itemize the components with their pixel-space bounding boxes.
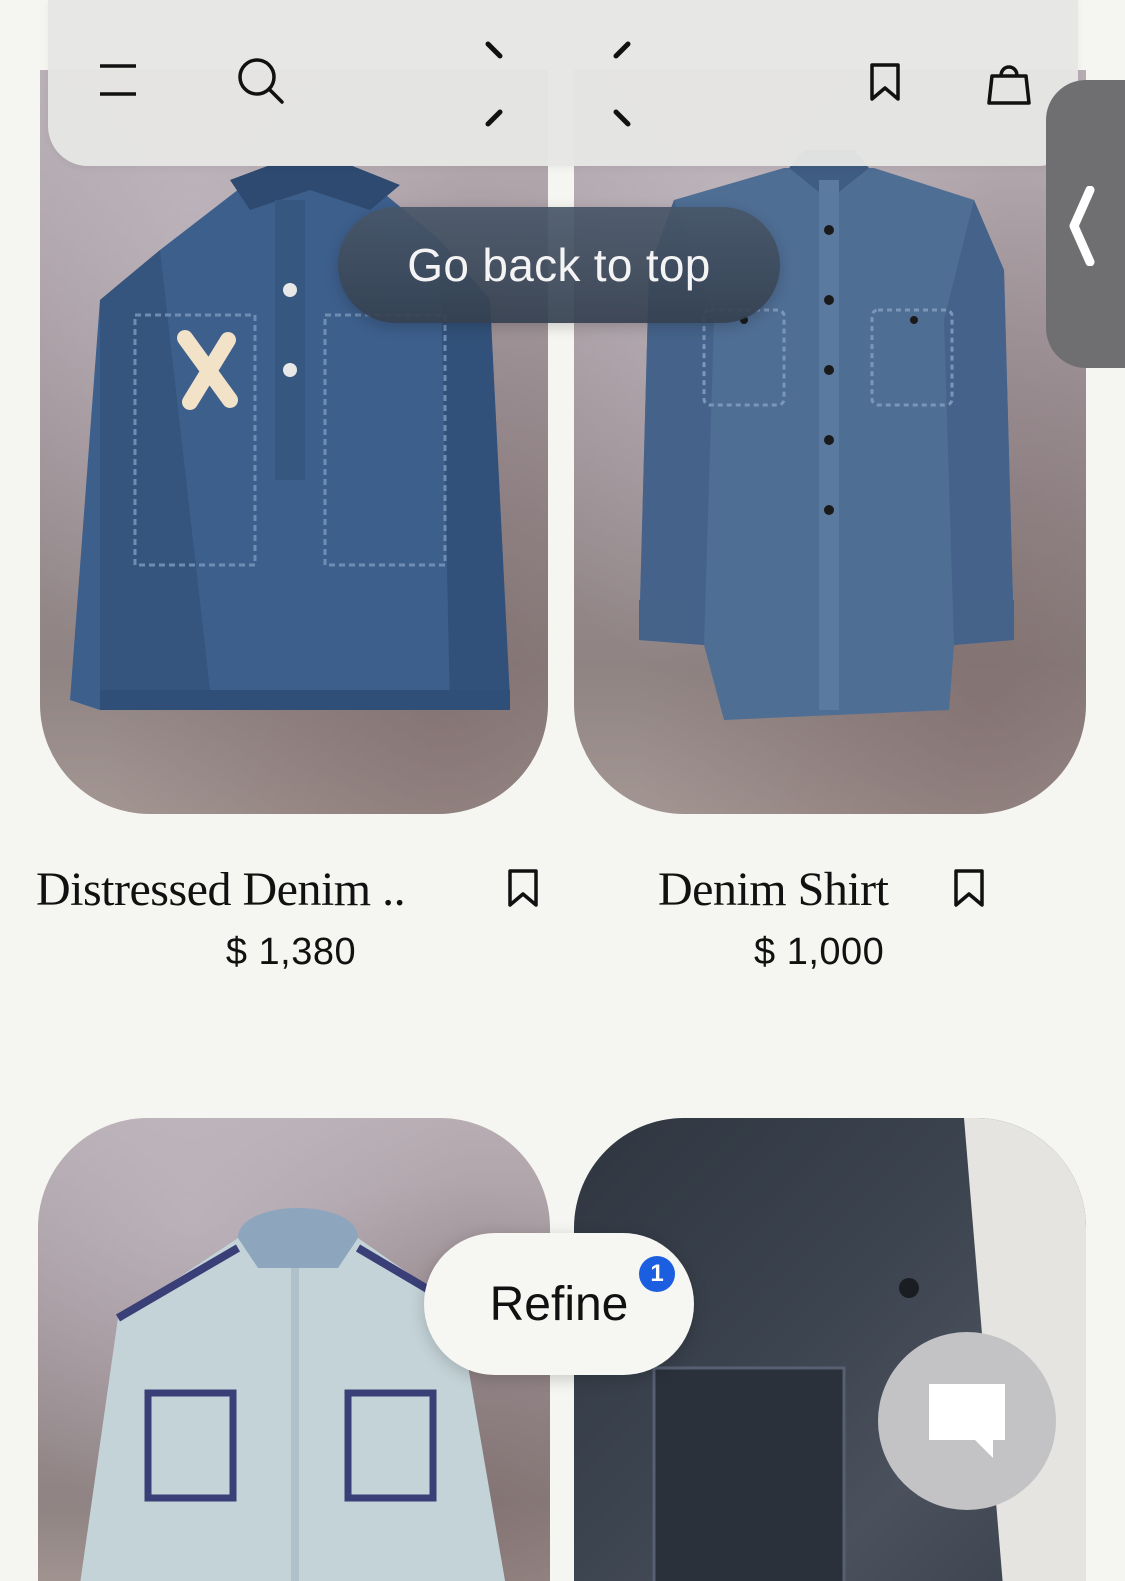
chat-icon — [929, 1384, 1005, 1458]
refine-label: Refine — [489, 1277, 629, 1331]
bookmark-icon[interactable] — [952, 868, 986, 908]
refine-button[interactable]: Refine — [424, 1233, 694, 1375]
chevron-left-icon — [1069, 186, 1095, 266]
bookmark-icon[interactable] — [868, 62, 902, 102]
logo-stitch-icon[interactable] — [478, 36, 638, 132]
page: Distressed Denim .. $ 1,380 Denim Shirt … — [0, 0, 1125, 1581]
denim-overshirt-photo — [70, 165, 510, 710]
top-navigation-bar — [48, 0, 1078, 166]
product-image-distressed-denim[interactable] — [40, 70, 548, 814]
product-image-denim-shirt[interactable] — [574, 70, 1086, 814]
product-name[interactable]: Denim Shirt — [658, 862, 938, 917]
chat-button[interactable] — [878, 1332, 1056, 1510]
product-name[interactable]: Distressed Denim .. — [36, 862, 456, 917]
menu-icon[interactable] — [98, 62, 138, 98]
product-price: $ 1,000 — [754, 931, 885, 973]
back-to-top-label: Go back to top — [407, 239, 711, 291]
bookmark-icon[interactable] — [506, 868, 540, 908]
product-price: $ 1,380 — [225, 931, 357, 973]
product-info-2: Denim Shirt $ 1,000 — [658, 862, 938, 974]
back-to-top-button[interactable]: Go back to top — [338, 207, 780, 323]
shopping-bag-icon[interactable] — [986, 60, 1032, 106]
side-panel-tab[interactable] — [1046, 80, 1125, 368]
denim-shirt-photo — [639, 150, 1014, 720]
product-info-1: Distressed Denim .. $ 1,380 — [36, 862, 456, 974]
refine-count-badge: 1 — [639, 1256, 675, 1292]
search-icon[interactable] — [236, 56, 286, 106]
